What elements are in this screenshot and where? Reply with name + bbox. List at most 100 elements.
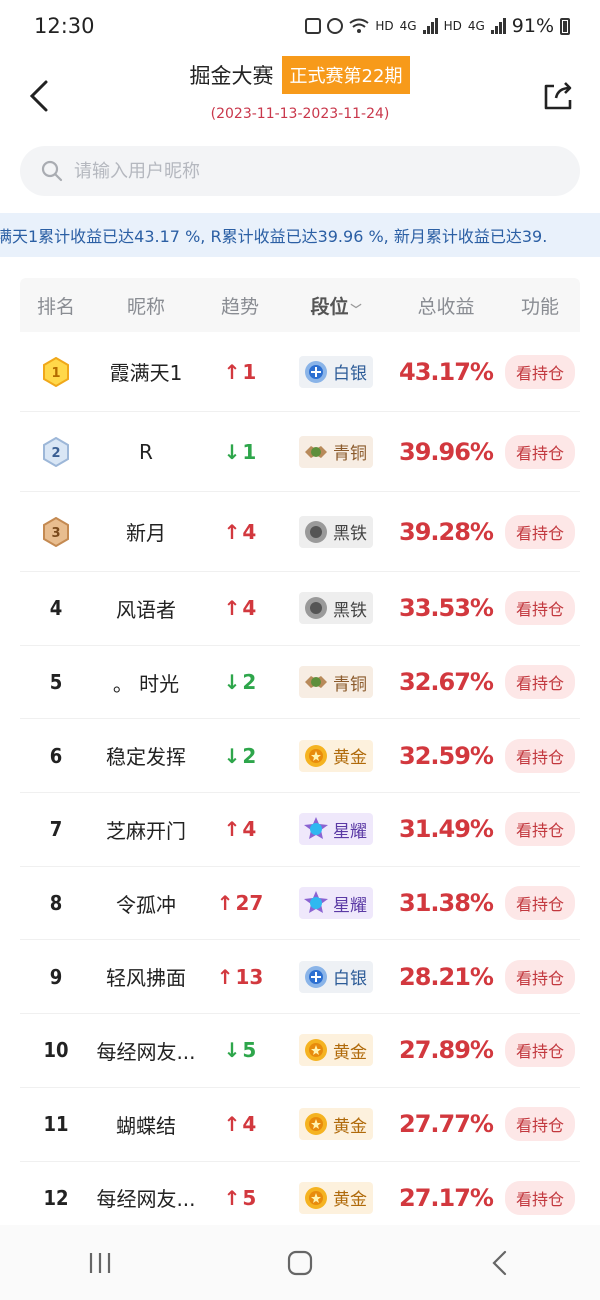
- signal-icon-2: [490, 18, 506, 34]
- trend-down-arrow-icon: ↓: [223, 743, 241, 768]
- alarm-icon: [327, 18, 344, 34]
- total-profit: 31.38%: [399, 889, 494, 918]
- home-icon: [287, 1250, 313, 1275]
- profit-cell: 32.59%: [392, 742, 500, 770]
- header-title-row: 掘金大赛 正式赛第22期: [0, 56, 600, 94]
- total-profit: 27.17%: [399, 1183, 494, 1212]
- rank-number: 11: [43, 1112, 69, 1137]
- view-holdings-button[interactable]: 看持仓: [504, 514, 575, 549]
- view-holdings-button[interactable]: 看持仓: [504, 1180, 575, 1215]
- header-tier-sort[interactable]: 段位 ﹀: [280, 292, 392, 319]
- tier-gold-icon: [305, 744, 327, 767]
- nickname: 稳定发挥: [106, 745, 186, 770]
- nickname: 新月: [126, 521, 166, 545]
- profit-cell: 33.53%: [392, 594, 500, 622]
- tier-badge: 白银: [299, 355, 373, 388]
- rank-medal-icon: 2: [43, 436, 69, 467]
- profit-cell: 39.28%: [392, 518, 500, 546]
- table-row: 1 霞满天1 ↑ 1 白银 43.17% 看持仓: [20, 332, 580, 412]
- table-row: 7 芝麻开门 ↑ 4 星耀 31.49% 看持仓: [20, 793, 580, 867]
- rank-cell: 12: [20, 1186, 92, 1210]
- table-row: 10 每经网友... ↓ 5 黄金 27.89% 看持仓: [20, 1014, 580, 1088]
- trend-indicator: ↓ 2: [224, 744, 257, 768]
- leaderboard-table: 排名 昵称 趋势 段位 ﹀ 总收益 功能 1 霞满天1 ↑ 1 白银 43.17…: [20, 278, 580, 1225]
- battery-percent: 91%: [511, 15, 554, 37]
- profit-cell: 27.89%: [392, 1036, 500, 1064]
- view-holdings-button[interactable]: 看持仓: [504, 886, 575, 921]
- profit-cell: 31.38%: [392, 889, 500, 917]
- notification-icon: [305, 18, 322, 34]
- view-holdings-button[interactable]: 看持仓: [504, 1033, 575, 1068]
- trend-indicator: ↓ 2: [224, 670, 257, 694]
- trend-up-arrow-icon: ↑: [223, 1185, 241, 1210]
- tier-cell: 星耀: [280, 887, 392, 920]
- view-holdings-button[interactable]: 看持仓: [504, 738, 575, 773]
- network-gen-1: 4G: [399, 19, 417, 33]
- nickname-cell: 蝴蝶结: [92, 1110, 200, 1139]
- trend-up-arrow-icon: ↑: [216, 964, 234, 989]
- total-profit: 28.21%: [399, 962, 494, 991]
- back-nav-button[interactable]: [470, 1243, 530, 1283]
- rank-medal-number: 2: [51, 446, 60, 461]
- nickname-cell: 轻风拂面: [92, 962, 200, 991]
- tier-label: 黄金: [333, 748, 367, 769]
- rank-cell: 10: [20, 1038, 92, 1062]
- recent-apps-button[interactable]: [70, 1243, 130, 1283]
- system-nav-bar: [0, 1225, 600, 1300]
- action-cell: 看持仓: [500, 1033, 580, 1068]
- table-row: 8 令孤冲 ↑ 27 星耀 31.38% 看持仓: [20, 867, 580, 941]
- header-rank[interactable]: 排名: [20, 292, 92, 319]
- table-row: 5 。 时光 ↓ 2 青铜 32.67% 看持仓: [20, 646, 580, 720]
- view-holdings-button[interactable]: 看持仓: [504, 434, 575, 469]
- status-time: 12:30: [34, 14, 95, 38]
- share-icon[interactable]: [540, 78, 576, 114]
- trend-value: 4: [242, 596, 257, 621]
- tier-iron-icon: [305, 597, 327, 620]
- trend-value: 1: [242, 359, 257, 384]
- contest-period-badge: 正式赛第22期: [281, 56, 411, 94]
- action-cell: 看持仓: [500, 959, 580, 994]
- trend-value: 4: [242, 1112, 257, 1137]
- status-bar: 12:30 HD 4G HD 4G 91%: [0, 0, 600, 52]
- view-holdings-button[interactable]: 看持仓: [504, 812, 575, 847]
- tier-label: 黄金: [333, 1042, 367, 1063]
- view-holdings-button[interactable]: 看持仓: [504, 354, 575, 389]
- tier-silver-icon: [305, 965, 327, 988]
- rank-number: 5: [49, 670, 63, 695]
- trend-cell: ↑ 4: [200, 520, 280, 544]
- tier-gold-icon: [305, 1039, 327, 1062]
- page-title: 掘金大赛: [189, 64, 274, 88]
- nickname-search-input[interactable]: [74, 160, 554, 182]
- total-profit: 33.53%: [399, 594, 494, 623]
- tier-cell: 黑铁: [280, 592, 392, 625]
- rank-number: 4: [49, 596, 63, 621]
- view-holdings-button[interactable]: 看持仓: [504, 665, 575, 700]
- trend-up-arrow-icon: ↑: [223, 359, 241, 384]
- profit-cell: 31.49%: [392, 815, 500, 843]
- tier-label: 白银: [333, 364, 367, 384]
- home-button[interactable]: [270, 1243, 330, 1283]
- tier-badge: 白银: [299, 960, 373, 993]
- nickname-cell: 霞满天1: [92, 357, 200, 386]
- nickname: 轻风拂面: [106, 966, 186, 991]
- rank-cell: 2: [20, 436, 92, 467]
- profit-ticker: 满天1累计收益已达43.17 %, R累计收益已达39.96 %, 新月累计收益…: [0, 213, 600, 257]
- nickname: 蝴蝶结: [116, 1113, 176, 1138]
- search-bar[interactable]: [20, 146, 580, 196]
- network-label-2: HD: [443, 19, 462, 33]
- table-row: 11 蝴蝶结 ↑ 4 黄金 27.77% 看持仓: [20, 1088, 580, 1162]
- view-holdings-button[interactable]: 看持仓: [504, 1107, 575, 1142]
- trend-up-arrow-icon: ↑: [223, 817, 241, 842]
- back-nav-icon: [492, 1250, 507, 1275]
- chevron-down-icon: ﹀: [350, 302, 362, 316]
- tier-cell: 青铜: [280, 435, 392, 468]
- rank-number: 6: [49, 743, 63, 768]
- rank-cell: 9: [20, 965, 92, 989]
- trend-value: 5: [242, 1038, 257, 1063]
- view-holdings-button[interactable]: 看持仓: [504, 591, 575, 626]
- header-action: 功能: [520, 295, 559, 318]
- tier-badge: 青铜: [299, 666, 373, 699]
- contest-date-range: (2023-11-13-2023-11-24): [210, 106, 390, 122]
- view-holdings-button[interactable]: 看持仓: [504, 959, 575, 994]
- tier-gold-icon: [305, 1186, 327, 1209]
